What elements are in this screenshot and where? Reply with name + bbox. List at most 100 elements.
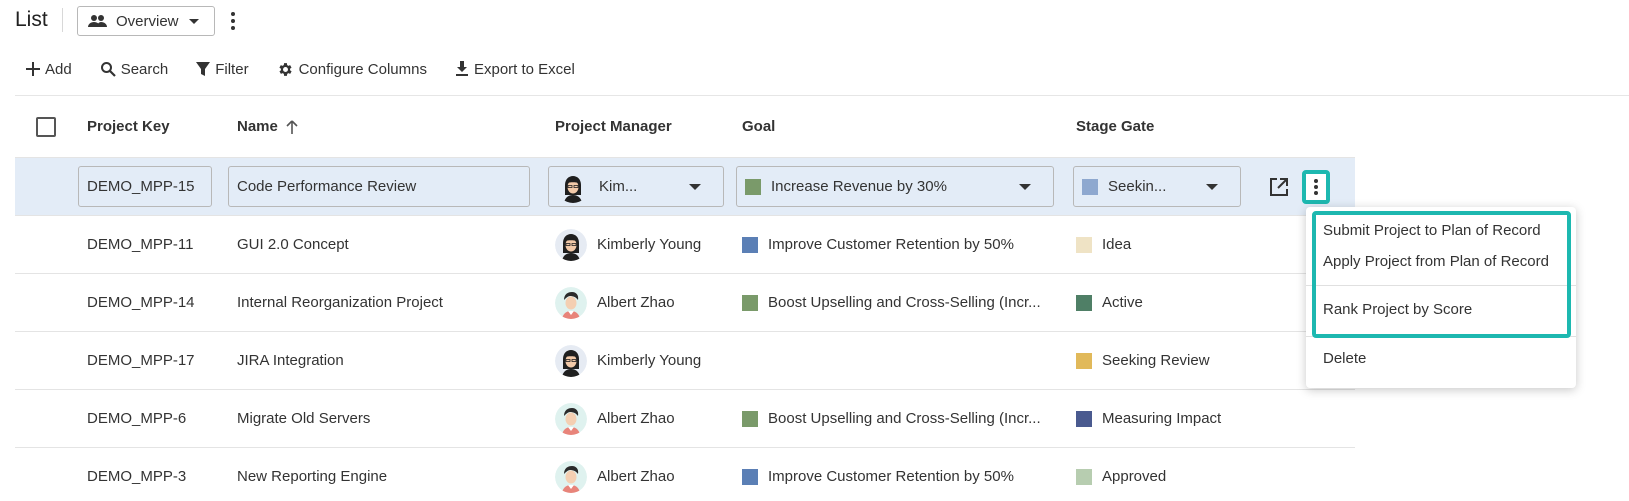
stage-color-swatch: [1076, 236, 1092, 253]
chevron-down-icon: [1019, 184, 1031, 190]
goal-color-swatch: [742, 236, 758, 253]
menu-item-apply-plan-of-record[interactable]: Apply Project from Plan of Record: [1323, 248, 1549, 274]
menu-item-rank-by-score[interactable]: Rank Project by Score: [1323, 296, 1472, 322]
more-vert-icon[interactable]: [226, 10, 240, 32]
project-manager-select[interactable]: Kim...: [548, 166, 724, 207]
stage-gate-cell: Measuring Impact: [1076, 390, 1221, 447]
row-actions-menu: Submit Project to Plan of Record Apply P…: [1306, 207, 1576, 388]
stage-color-swatch: [1076, 294, 1092, 311]
goal-cell: Improve Customer Retention by 50%: [742, 448, 1014, 501]
project-table: Project Key Name Project Manager Goal St…: [15, 96, 1355, 501]
goal-cell: Boost Upselling and Cross-Selling (Incr.…: [742, 390, 1041, 447]
plus-icon: [26, 62, 40, 76]
stage-color-swatch: [1076, 410, 1092, 427]
stage-gate-value: Seekin...: [1108, 178, 1167, 195]
project-name-cell: GUI 2.0 Concept: [237, 236, 349, 253]
configure-columns-label: Configure Columns: [298, 60, 427, 78]
chevron-down-icon: [1206, 184, 1218, 190]
people-icon: [88, 15, 107, 27]
toolbar: Add Search Filter Configure Columns Expo…: [26, 56, 603, 82]
avatar: [555, 344, 587, 377]
project-name-input[interactable]: Code Performance Review: [228, 166, 530, 207]
add-button-label: Add: [45, 60, 72, 78]
column-header-goal[interactable]: Goal: [742, 96, 775, 157]
table-row[interactable]: DEMO_MPP-14 Internal Reorganization Proj…: [15, 274, 1355, 332]
select-all-checkbox[interactable]: [36, 116, 56, 137]
filter-button[interactable]: Filter: [196, 60, 249, 78]
project-manager-cell: Kimberly Young: [555, 332, 701, 389]
project-manager-value: Albert Zhao: [597, 410, 675, 427]
goal-value: Boost Upselling and Cross-Selling (Incr.…: [768, 410, 1041, 427]
menu-item-submit-plan-of-record[interactable]: Submit Project to Plan of Record: [1323, 217, 1541, 243]
stage-gate-select[interactable]: Seekin...: [1073, 166, 1241, 207]
project-manager-value: Kimberly Young: [597, 352, 702, 369]
goal-color-swatch: [742, 468, 758, 485]
avatar: [555, 460, 587, 493]
project-manager-value: Albert Zhao: [597, 294, 675, 311]
title-divider: [62, 8, 63, 32]
open-in-new-icon[interactable]: [1268, 176, 1290, 198]
filter-button-label: Filter: [215, 60, 249, 78]
chevron-down-icon: [689, 184, 701, 190]
export-excel-label: Export to Excel: [473, 60, 575, 78]
project-key-cell: DEMO_MPP-3: [87, 468, 187, 485]
goal-color-swatch: [742, 294, 758, 311]
avatar: [555, 286, 587, 319]
search-icon: [100, 62, 116, 77]
table-header: Project Key Name Project Manager Goal St…: [15, 96, 1355, 158]
project-name-cell: JIRA Integration: [237, 352, 344, 369]
stage-gate-value: Seeking Review: [1102, 352, 1210, 369]
stage-gate-cell: Seeking Review: [1076, 332, 1210, 389]
export-excel-button[interactable]: Export to Excel: [455, 61, 575, 78]
goal-select[interactable]: Increase Revenue by 30%: [736, 166, 1054, 207]
project-name-cell: Internal Reorganization Project: [237, 294, 443, 311]
more-vert-icon: [1314, 179, 1318, 195]
project-key-cell: DEMO_MPP-17: [87, 352, 195, 369]
project-manager-cell: Albert Zhao: [555, 448, 675, 501]
page-title: List: [15, 8, 48, 31]
column-header-name-label: Name: [237, 118, 278, 135]
avatar: [555, 228, 587, 261]
column-header-name[interactable]: Name: [237, 96, 298, 157]
stage-gate-cell: Idea: [1076, 216, 1131, 273]
menu-divider: [1306, 336, 1576, 337]
project-key-input[interactable]: DEMO_MPP-15: [78, 166, 212, 207]
table-row[interactable]: DEMO_MPP-11 GUI 2.0 Concept Kimberly You…: [15, 216, 1355, 274]
column-header-project-key[interactable]: Project Key: [87, 96, 170, 157]
table-row[interactable]: DEMO_MPP-6 Migrate Old Servers Albert Zh…: [15, 390, 1355, 448]
search-button[interactable]: Search: [100, 61, 168, 78]
project-key-cell: DEMO_MPP-6: [87, 410, 187, 427]
stage-gate-value: Measuring Impact: [1102, 410, 1222, 427]
column-header-stage-gate[interactable]: Stage Gate: [1076, 96, 1154, 157]
table-row[interactable]: DEMO_MPP-17 JIRA Integration Kimberly Yo…: [15, 332, 1355, 390]
stage-color-swatch: [1082, 178, 1098, 195]
stage-gate-value: Idea: [1102, 236, 1132, 253]
goal-value: Improve Customer Retention by 50%: [768, 236, 1014, 253]
project-name-cell: New Reporting Engine: [237, 468, 388, 485]
project-manager-value: Albert Zhao: [597, 468, 675, 485]
stage-gate-value: Approved: [1102, 468, 1167, 485]
goal-color-swatch: [742, 410, 758, 427]
avatar: [557, 170, 589, 203]
row-more-actions-button[interactable]: [1302, 170, 1330, 204]
goal-value: Improve Customer Retention by 50%: [768, 468, 1014, 485]
project-key-cell: DEMO_MPP-11: [87, 236, 194, 253]
goal-cell: Boost Upselling and Cross-Selling (Incr.…: [742, 274, 1041, 331]
add-button[interactable]: Add: [26, 61, 72, 78]
menu-divider: [1306, 285, 1576, 286]
goal-cell: Improve Customer Retention by 50%: [742, 216, 1014, 273]
goal-value: Boost Upselling and Cross-Selling (Incr.…: [768, 294, 1041, 311]
stage-gate-cell: Active: [1076, 274, 1143, 331]
goal-value: Increase Revenue by 30%: [771, 178, 947, 195]
stage-gate-value: Active: [1102, 294, 1143, 311]
configure-columns-button[interactable]: Configure Columns: [277, 61, 427, 78]
view-selector[interactable]: Overview: [77, 6, 215, 36]
table-row[interactable]: DEMO_MPP-3 New Reporting Engine Albert Z…: [15, 448, 1355, 501]
menu-item-delete[interactable]: Delete: [1323, 345, 1366, 371]
project-manager-value: Kimberly Young: [597, 236, 702, 253]
view-selector-label: Overview: [116, 12, 179, 30]
stage-color-swatch: [1076, 468, 1092, 485]
table-row-editing[interactable]: DEMO_MPP-15 Code Performance Review Kim.…: [15, 158, 1355, 216]
project-manager-cell: Kimberly Young: [555, 216, 701, 273]
column-header-project-manager[interactable]: Project Manager: [555, 96, 672, 157]
